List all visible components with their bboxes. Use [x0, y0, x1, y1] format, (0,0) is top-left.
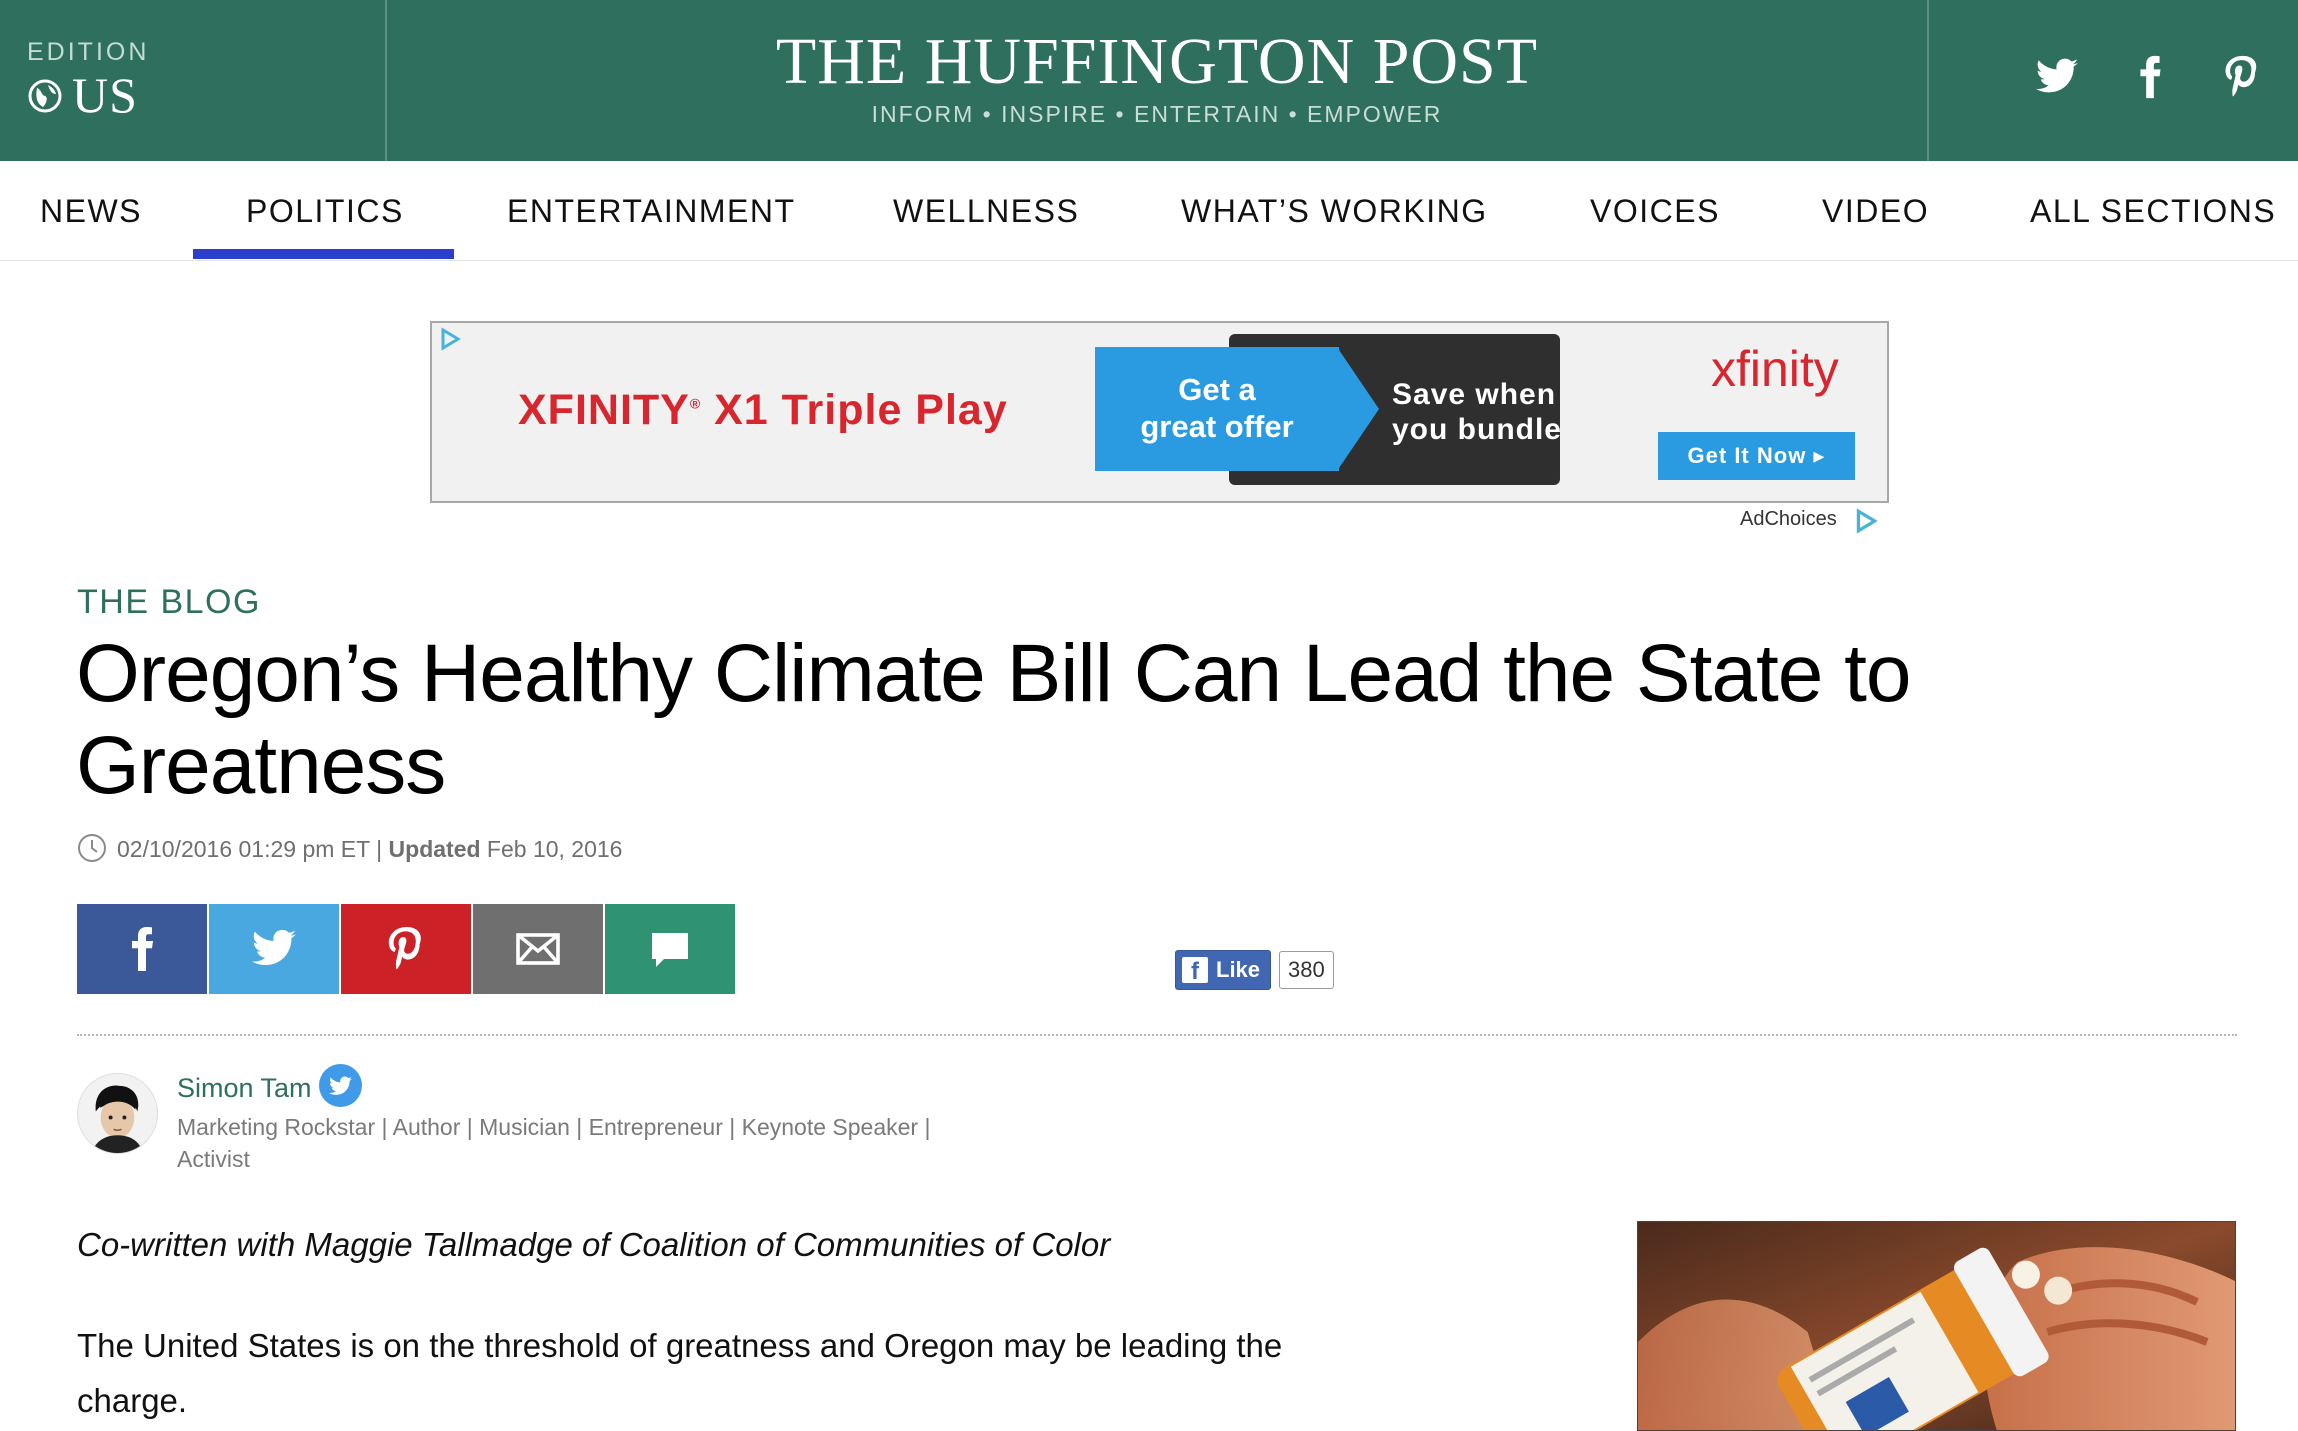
- share-pinterest-button[interactable]: [341, 904, 471, 994]
- globe-icon[interactable]: [28, 79, 62, 113]
- ad-headline: XFINITY® X1 Triple Play: [518, 386, 1008, 435]
- like-count: 380: [1279, 951, 1334, 989]
- edition-selector[interactable]: US: [72, 66, 138, 124]
- like-label: Like: [1216, 957, 1261, 982]
- ad-offer-panel: Get a great offer: [1095, 347, 1339, 471]
- share-facebook-button[interactable]: [77, 904, 207, 994]
- ad-get-it-now-button[interactable]: Get It Now ▸: [1658, 432, 1855, 480]
- nav-video[interactable]: VIDEO: [1822, 193, 1929, 230]
- article-paragraph: The United States is on the threshold of…: [77, 1327, 1283, 1419]
- comment-icon: [652, 933, 688, 967]
- site-tagline: INFORM • INSPIRE • ENTERTAIN • EMPOWER: [871, 101, 1443, 127]
- nav-whats-working[interactable]: WHAT’S WORKING: [1181, 193, 1488, 230]
- section-nav: NEWS POLITICS ENTERTAINMENT WELLNESS WHA…: [0, 161, 2298, 261]
- share-email-button[interactable]: [473, 904, 603, 994]
- facebook-icon: [132, 927, 153, 971]
- ad-bundle-text: Save when you bundle: [1392, 377, 1562, 447]
- ad-headline-product: X1 Triple Play: [701, 386, 1008, 434]
- ad-brand-logo: xfinity: [1711, 341, 1839, 397]
- twitter-icon: [329, 1076, 352, 1095]
- updated-date: Feb 10, 2016: [486, 836, 623, 862]
- pinterest-icon[interactable]: [2219, 54, 2265, 100]
- masthead-divider-right: [1927, 0, 1929, 161]
- ad-bundle-line1: Save when: [1392, 378, 1557, 411]
- ad-banner[interactable]: XFINITY® X1 Triple Play Get a great offe…: [430, 321, 1889, 503]
- twitter-icon[interactable]: [2034, 54, 2080, 100]
- ad-offer-line1: Get a: [1178, 372, 1256, 407]
- article-timestamp: 02/10/2016 01:29 pm ET | Updated Feb 10,…: [117, 836, 622, 863]
- nav-politics[interactable]: POLITICS: [246, 193, 404, 230]
- nav-news[interactable]: NEWS: [40, 193, 142, 230]
- edition-label: EDITION: [27, 38, 150, 66]
- author-avatar[interactable]: [77, 1073, 158, 1154]
- active-nav-indicator: [193, 249, 454, 259]
- ad-trademark: ®: [689, 395, 702, 412]
- section-label[interactable]: THE BLOG: [77, 583, 261, 622]
- facebook-like-widget[interactable]: f Like 380: [1175, 950, 1334, 990]
- masthead: EDITION US THE HUFFINGTON POST INFORM • …: [0, 0, 2298, 161]
- site-logo[interactable]: THE HUFFINGTON POST: [387, 24, 1927, 100]
- adchoices-link[interactable]: AdChoices: [1740, 508, 1837, 531]
- nav-all-sections[interactable]: ALL SECTIONS: [2030, 193, 2276, 230]
- updated-label: Updated: [388, 836, 481, 862]
- clock-icon: [78, 834, 106, 862]
- article-headline: Oregon’s Healthy Climate Bill Can Lead t…: [76, 628, 1912, 811]
- adchoices-triangle-icon[interactable]: [1853, 508, 1879, 534]
- share-twitter-button[interactable]: [209, 904, 339, 994]
- facebook-f-icon: f: [1182, 957, 1208, 985]
- divider: [77, 1034, 2237, 1036]
- pinterest-icon: [388, 927, 421, 970]
- twitter-icon: [252, 929, 296, 966]
- share-comment-button[interactable]: [605, 904, 735, 994]
- adchoices-icon[interactable]: [438, 327, 462, 351]
- ad-arrow-shape: [1337, 347, 1379, 471]
- author-name-link[interactable]: Simon Tam: [177, 1073, 312, 1104]
- nav-entertainment[interactable]: ENTERTAINMENT: [507, 193, 796, 230]
- timestamp-separator: |: [376, 836, 383, 862]
- published-date: 02/10/2016 01:29 pm ET: [117, 836, 370, 862]
- envelope-icon: [516, 933, 560, 965]
- author-bio: Marketing Rockstar | Author | Musician |…: [177, 1114, 931, 1172]
- author-twitter-button[interactable]: [319, 1064, 362, 1107]
- ad-offer-line2: great offer: [1140, 409, 1294, 444]
- facebook-like-button[interactable]: f Like: [1175, 950, 1272, 990]
- ad-bundle-line2: you bundle: [1392, 413, 1562, 446]
- cowritten-note: Co-written with Maggie Tallmadge of Coal…: [77, 1226, 1111, 1263]
- nav-voices[interactable]: VOICES: [1590, 193, 1720, 230]
- ad-headline-brand: XFINITY: [518, 386, 690, 434]
- nav-wellness[interactable]: WELLNESS: [893, 193, 1079, 230]
- article-image-pill-bottle[interactable]: [1637, 1221, 2236, 1431]
- facebook-icon[interactable]: [2127, 54, 2173, 100]
